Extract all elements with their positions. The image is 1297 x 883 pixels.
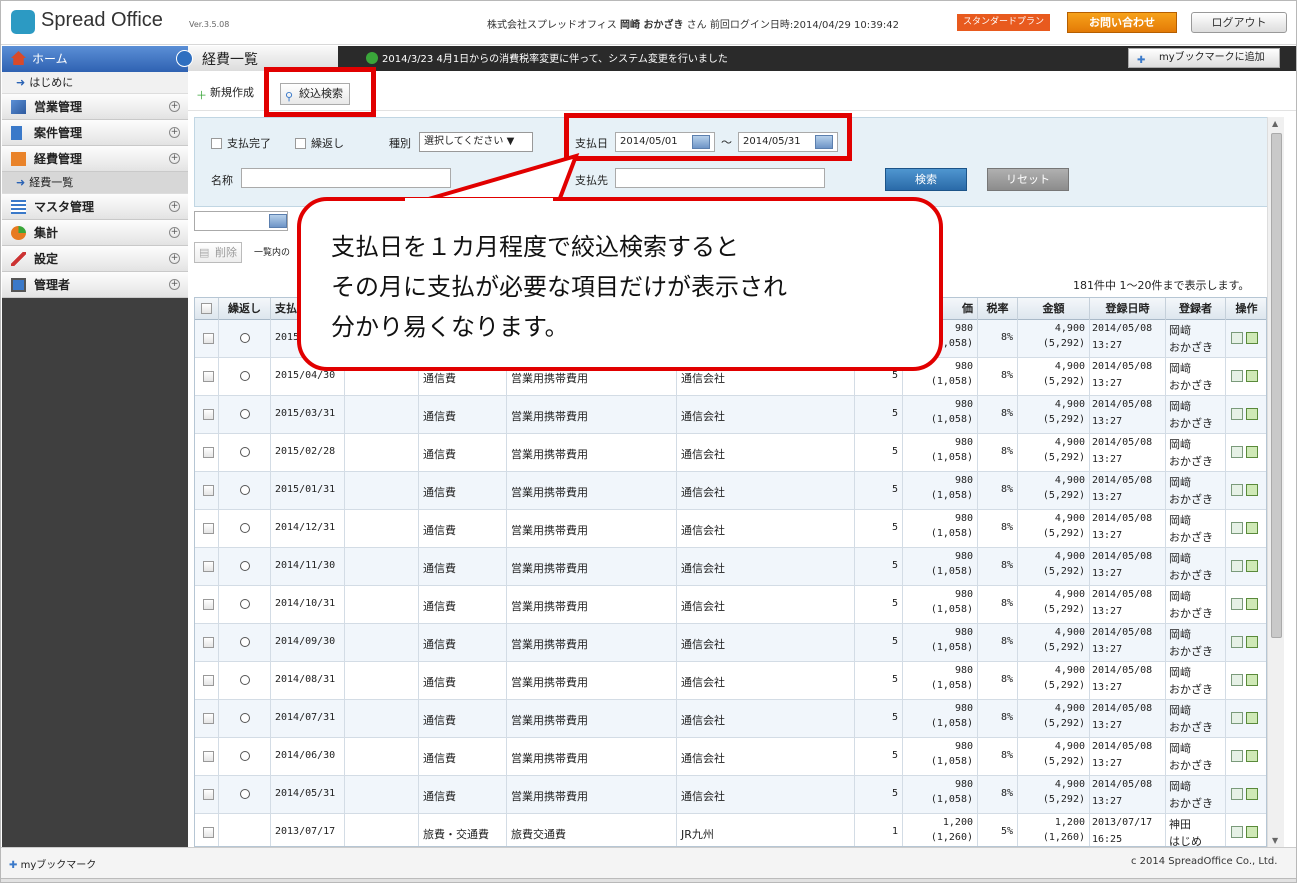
callout-line-2: その月に支払が必要な項目だけが表示され xyxy=(331,273,787,301)
app-window: Spread Office Ver.3.5.08 株式会社スプレッドオフィス 岡… xyxy=(0,0,1297,883)
callout-line-3: 分かり易くなります。 xyxy=(331,313,569,341)
callout-line-1: 支払日を１カ月程度で絞込検索すると xyxy=(331,233,739,261)
callout-pointer xyxy=(400,152,580,209)
callout-text: 支払日を１カ月程度で絞込検索すると その月に支払が必要な項目だけが表示され 分か… xyxy=(331,227,787,347)
callout-bubble: 支払日を１カ月程度で絞込検索すると その月に支払が必要な項目だけが表示され 分か… xyxy=(297,197,943,371)
